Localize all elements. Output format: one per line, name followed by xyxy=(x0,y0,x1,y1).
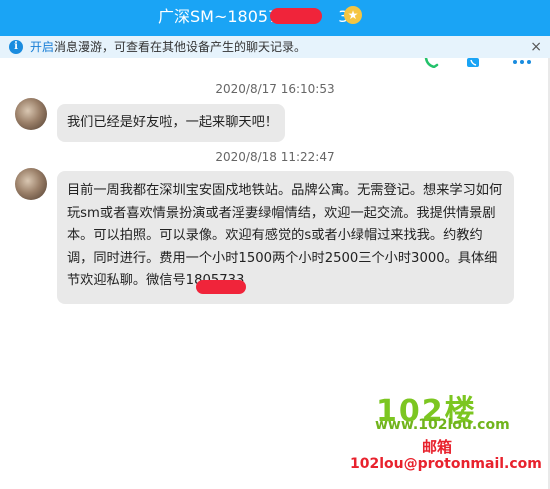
phone-call-icon[interactable] xyxy=(424,58,440,68)
roaming-notice-bar: i 开启 消息漫游，可查看在其他设备产生的聊天记录。 × xyxy=(0,36,550,58)
watermark-email: 102lou@protonmail.com xyxy=(350,456,542,472)
video-call-icon[interactable] xyxy=(466,58,482,68)
window-titlebar: 广深SM~180573 ★ xyxy=(0,0,550,36)
contact-avatar[interactable] xyxy=(15,168,47,200)
watermark-label: 邮箱 xyxy=(422,438,453,456)
message-bubble[interactable]: 我们已经是好友啦，一起来聊天吧！ xyxy=(57,104,285,142)
redaction-mark-message xyxy=(196,280,246,294)
notice-text: 消息漫游，可查看在其他设备产生的聊天记录。 xyxy=(54,40,307,54)
info-icon: i xyxy=(9,40,23,54)
message-bubble[interactable]: 目前一周我都在深圳宝安固戍地铁站。品牌公寓。无需登记。想来学习如何玩sm或者喜欢… xyxy=(57,171,514,304)
enable-roaming-link[interactable]: 开启 xyxy=(30,36,54,58)
watermark-site: www.102lou.com xyxy=(375,417,510,433)
message-timestamp: 2020/8/18 11:22:47 xyxy=(215,150,335,164)
contact-avatar[interactable] xyxy=(15,98,47,130)
message-timestamp: 2020/8/17 16:10:53 xyxy=(215,82,335,96)
redaction-mark-title xyxy=(270,8,322,24)
more-options-icon[interactable] xyxy=(512,58,532,68)
close-icon[interactable]: × xyxy=(530,36,542,58)
star-badge-icon: ★ xyxy=(344,6,362,24)
title-prefix: 广深SM~18057 xyxy=(158,7,279,26)
